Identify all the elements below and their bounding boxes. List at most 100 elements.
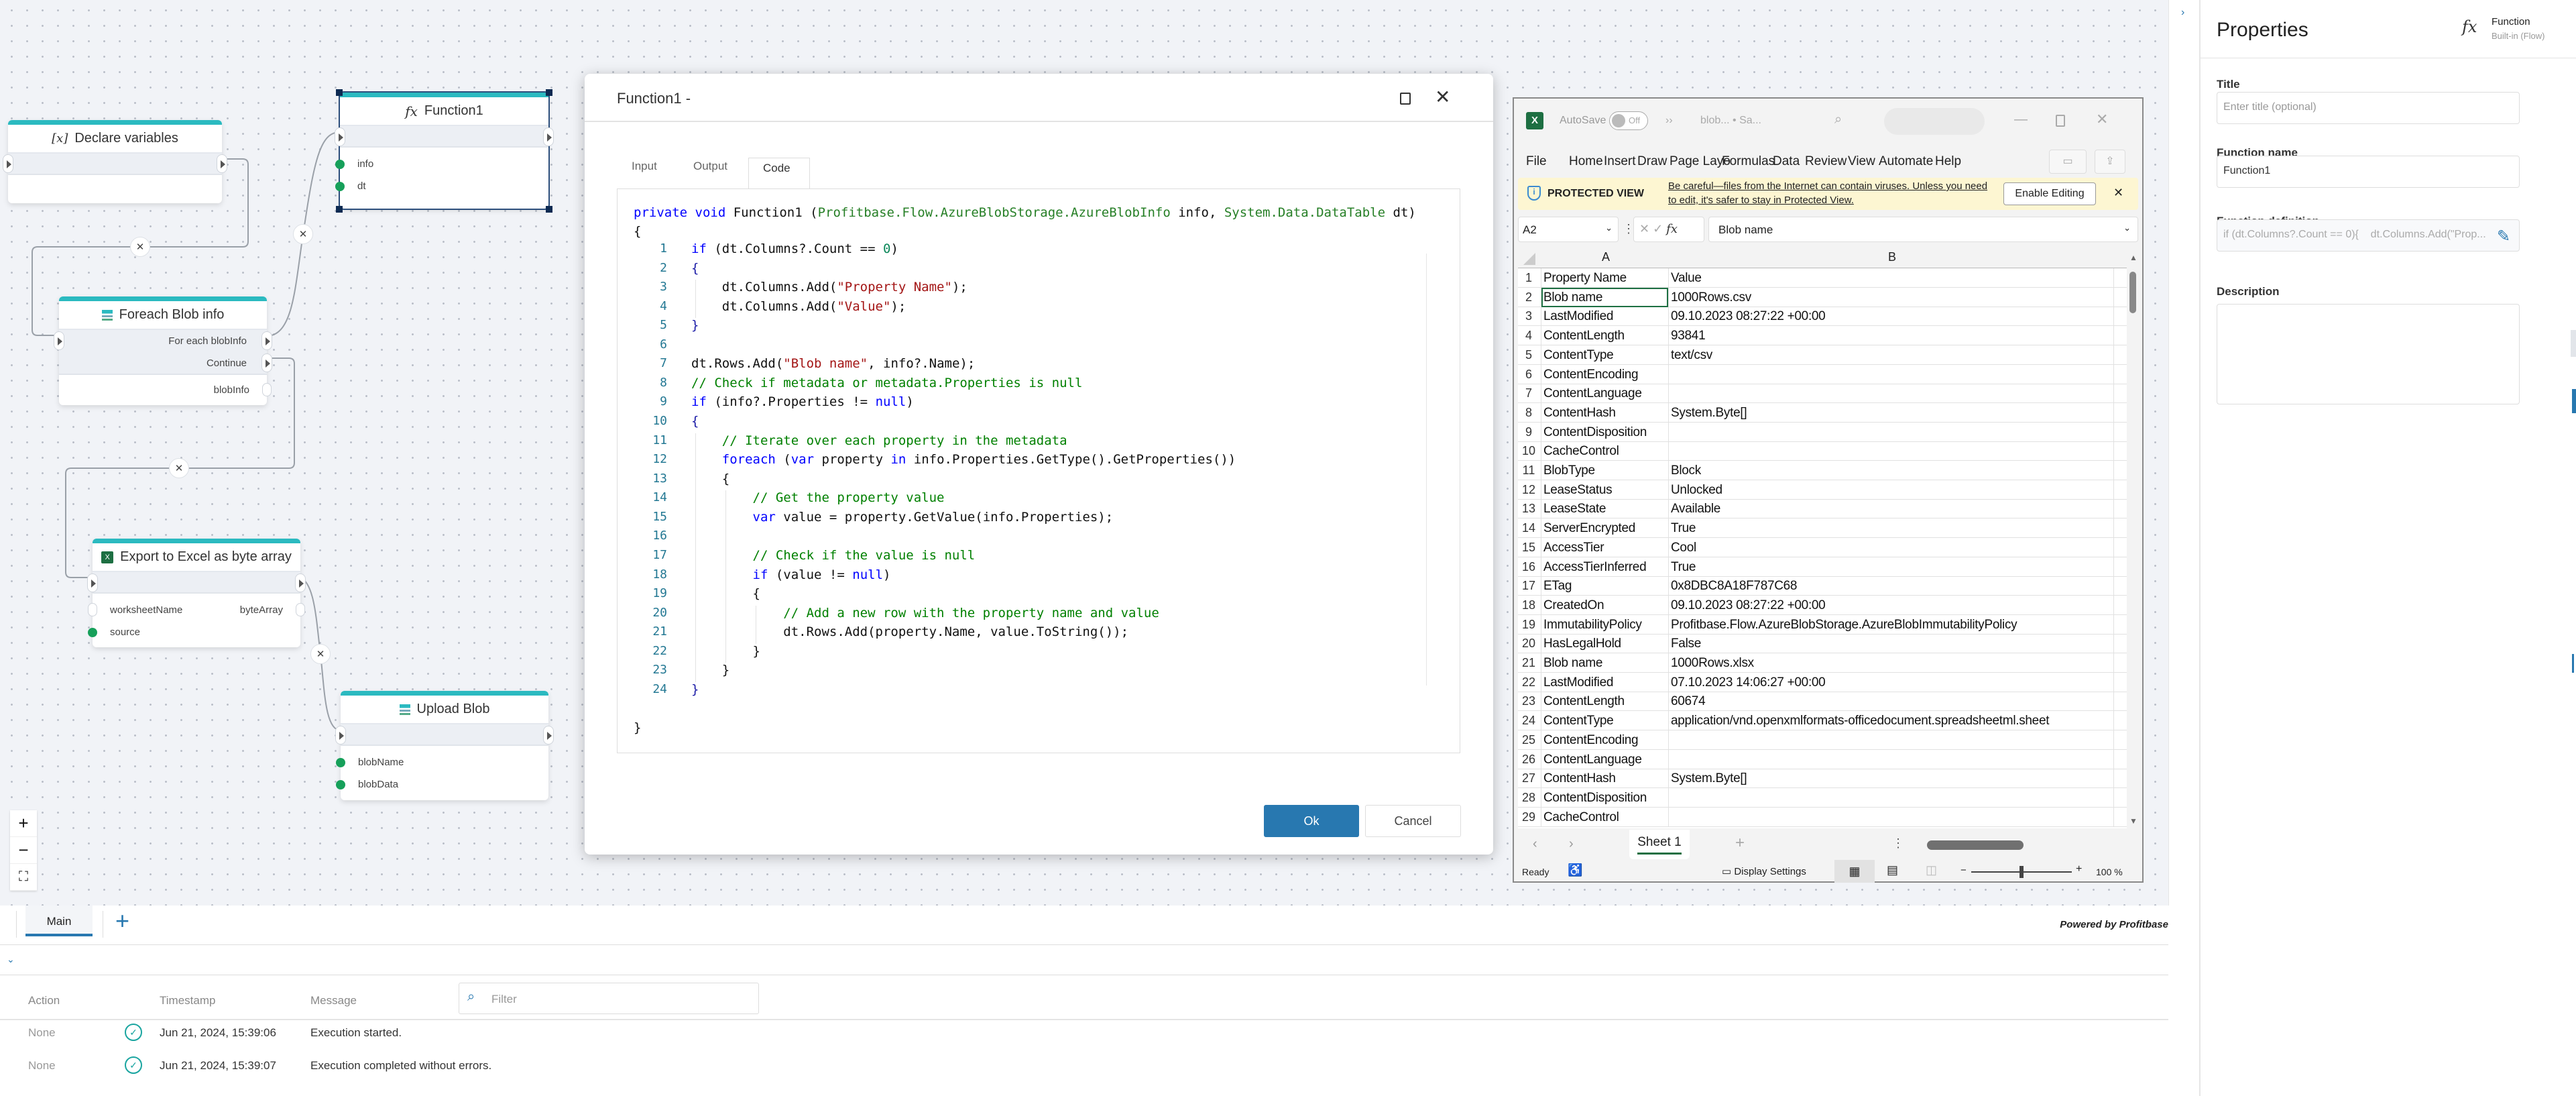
fit-view-button[interactable]: ⛶ bbox=[10, 864, 37, 891]
row-header[interactable]: 25 bbox=[1518, 733, 1539, 747]
output-port[interactable] bbox=[217, 154, 227, 173]
cell-a4[interactable]: ContentLength bbox=[1543, 329, 1668, 343]
row-header[interactable]: 26 bbox=[1518, 753, 1539, 767]
close-icon[interactable]: ✕ bbox=[1435, 86, 1450, 108]
add-sheet-button[interactable]: + bbox=[1735, 834, 1745, 853]
autosave-toggle[interactable]: Off bbox=[1609, 111, 1648, 130]
cell-b4[interactable]: 93841 bbox=[1671, 329, 1706, 343]
column-header-b[interactable]: B bbox=[1671, 250, 2113, 264]
output-port[interactable] bbox=[261, 331, 272, 350]
input-port[interactable] bbox=[54, 331, 64, 350]
cell-a12[interactable]: LeaseStatus bbox=[1543, 483, 1668, 498]
row-header[interactable]: 20 bbox=[1518, 637, 1539, 651]
select-all-button[interactable] bbox=[1523, 253, 1535, 265]
sheet-prev-icon[interactable]: ‹ bbox=[1533, 836, 1537, 852]
close-icon[interactable]: ✕ bbox=[2096, 111, 2108, 128]
title-input[interactable]: Enter title (optional) bbox=[2217, 92, 2520, 124]
row-header[interactable]: 18 bbox=[1518, 598, 1539, 612]
cell-b11[interactable]: Block bbox=[1671, 463, 1701, 478]
tab-code[interactable]: Code bbox=[763, 162, 791, 175]
zoom-in-button[interactable]: + bbox=[10, 810, 37, 837]
resize-handle[interactable] bbox=[546, 206, 552, 213]
row-header[interactable]: 4 bbox=[1518, 329, 1539, 343]
zoom-slider[interactable] bbox=[1971, 866, 2072, 878]
cell-b18[interactable]: 09.10.2023 08:27:22 +00:00 bbox=[1671, 598, 1826, 613]
ribbon-tab-review[interactable]: Review bbox=[1805, 154, 1847, 169]
maximize-icon[interactable] bbox=[2056, 115, 2065, 127]
tab-input[interactable]: Input bbox=[632, 160, 657, 173]
cell-a25[interactable]: ContentEncoding bbox=[1543, 733, 1668, 748]
output-port[interactable] bbox=[543, 726, 554, 745]
cell-b13[interactable]: Available bbox=[1671, 502, 1720, 516]
column-header-a[interactable]: A bbox=[1543, 250, 1668, 264]
cell-b17[interactable]: 0x8DBC8A18F787C68 bbox=[1671, 579, 1797, 594]
cell-a16[interactable]: AccessTierInferred bbox=[1543, 560, 1668, 575]
cell-a3[interactable]: LastModified bbox=[1543, 309, 1668, 324]
more-icon[interactable]: ›› bbox=[1665, 115, 1673, 127]
output-port[interactable] bbox=[295, 573, 306, 592]
input-port[interactable] bbox=[335, 127, 345, 146]
row-header[interactable]: 7 bbox=[1518, 386, 1539, 400]
row-header[interactable]: 23 bbox=[1518, 694, 1539, 708]
cell-a6[interactable]: ContentEncoding bbox=[1543, 368, 1668, 382]
normal-view-icon[interactable]: ▦ bbox=[1834, 860, 1875, 883]
share-icon[interactable]: ⇪ bbox=[2095, 150, 2125, 174]
cell-a13[interactable]: LeaseState bbox=[1543, 502, 1668, 516]
cell-b24[interactable]: application/vnd.openxmlformats-officedoc… bbox=[1671, 714, 2050, 728]
cell-a26[interactable]: ContentLanguage bbox=[1543, 753, 1668, 767]
zoom-in-icon[interactable]: + bbox=[2076, 863, 2082, 875]
input-port[interactable] bbox=[87, 573, 98, 592]
spreadsheet-grid[interactable]: A B 1 Property Name Value 2 Blob name 1000Row… bbox=[1518, 248, 2127, 828]
value-port[interactable] bbox=[262, 383, 272, 396]
column-header-action[interactable]: Action bbox=[28, 994, 60, 1007]
resize-handle[interactable] bbox=[336, 89, 343, 96]
row-header[interactable]: 22 bbox=[1518, 675, 1539, 690]
node-foreach-blob-info[interactable]: Foreach Blob info For each blobInfo Cont… bbox=[54, 296, 272, 405]
delete-connection-button[interactable]: ✕ bbox=[310, 644, 331, 664]
ribbon-tab-data[interactable]: Data bbox=[1773, 154, 1800, 169]
row-header[interactable]: 10 bbox=[1518, 444, 1539, 458]
accessibility-icon[interactable]: ♿ bbox=[1568, 863, 1582, 877]
function-name-input[interactable]: Function1 bbox=[2217, 156, 2520, 188]
ribbon-tab-file[interactable]: File bbox=[1526, 154, 1547, 169]
resize-handle[interactable] bbox=[336, 206, 343, 213]
row-header[interactable]: 19 bbox=[1518, 618, 1539, 632]
node-upload-blob[interactable]: Upload Blob blobName blobData bbox=[335, 691, 554, 800]
cell-a1[interactable]: Property Name bbox=[1543, 271, 1668, 286]
cell-b27[interactable]: System.Byte[] bbox=[1671, 771, 1747, 786]
collapse-log-icon[interactable]: ⌄ bbox=[7, 954, 15, 965]
ribbon-tab-home[interactable]: Home bbox=[1569, 154, 1603, 169]
input-param-port[interactable] bbox=[336, 780, 345, 789]
zoom-out-icon[interactable]: − bbox=[1960, 865, 1967, 876]
row-header[interactable]: 9 bbox=[1518, 425, 1539, 439]
edit-pencil-icon[interactable]: ✎ bbox=[2497, 227, 2510, 246]
sheet-tab[interactable]: Sheet 1 bbox=[1629, 830, 1690, 859]
cell-a8[interactable]: ContentHash bbox=[1543, 406, 1668, 421]
input-param-port[interactable] bbox=[88, 603, 97, 616]
enable-editing-button[interactable]: Enable Editing bbox=[2003, 182, 2096, 205]
cell-b15[interactable]: Cool bbox=[1671, 541, 1696, 555]
cancel-button[interactable]: Cancel bbox=[1365, 805, 1461, 837]
cell-a11[interactable]: BlobType bbox=[1543, 463, 1668, 478]
cell-a27[interactable]: ContentHash bbox=[1543, 771, 1668, 786]
ribbon-tab-automate[interactable]: Automate bbox=[1879, 154, 1933, 169]
input-port[interactable] bbox=[3, 154, 13, 173]
row-header[interactable]: 15 bbox=[1518, 541, 1539, 555]
cell-b19[interactable]: Profitbase.Flow.AzureBlobStorage.AzureBl… bbox=[1671, 618, 2017, 633]
cell-b3[interactable]: 09.10.2023 08:27:22 +00:00 bbox=[1671, 309, 1826, 324]
cell-b20[interactable]: False bbox=[1671, 637, 1701, 651]
horizontal-scrollbar[interactable] bbox=[1912, 835, 2124, 855]
cell-b22[interactable]: 07.10.2023 14:06:27 +00:00 bbox=[1671, 675, 1826, 690]
account-area[interactable] bbox=[1884, 108, 1985, 135]
row-header[interactable]: 12 bbox=[1518, 483, 1539, 497]
cell-a22[interactable]: LastModified bbox=[1543, 675, 1668, 690]
ribbon-tab-help[interactable]: Help bbox=[1935, 154, 1961, 169]
cell-a9[interactable]: ContentDisposition bbox=[1543, 425, 1668, 440]
description-textarea[interactable] bbox=[2217, 304, 2520, 404]
ribbon-tab-view[interactable]: View bbox=[1848, 154, 1875, 169]
input-param-port[interactable] bbox=[335, 182, 345, 191]
input-param-port[interactable] bbox=[336, 758, 345, 767]
ribbon-tab-draw[interactable]: Draw bbox=[1637, 154, 1667, 169]
display-settings-button[interactable]: ▭ Display Settings bbox=[1722, 865, 1806, 877]
delete-connection-button[interactable]: ✕ bbox=[130, 237, 150, 257]
